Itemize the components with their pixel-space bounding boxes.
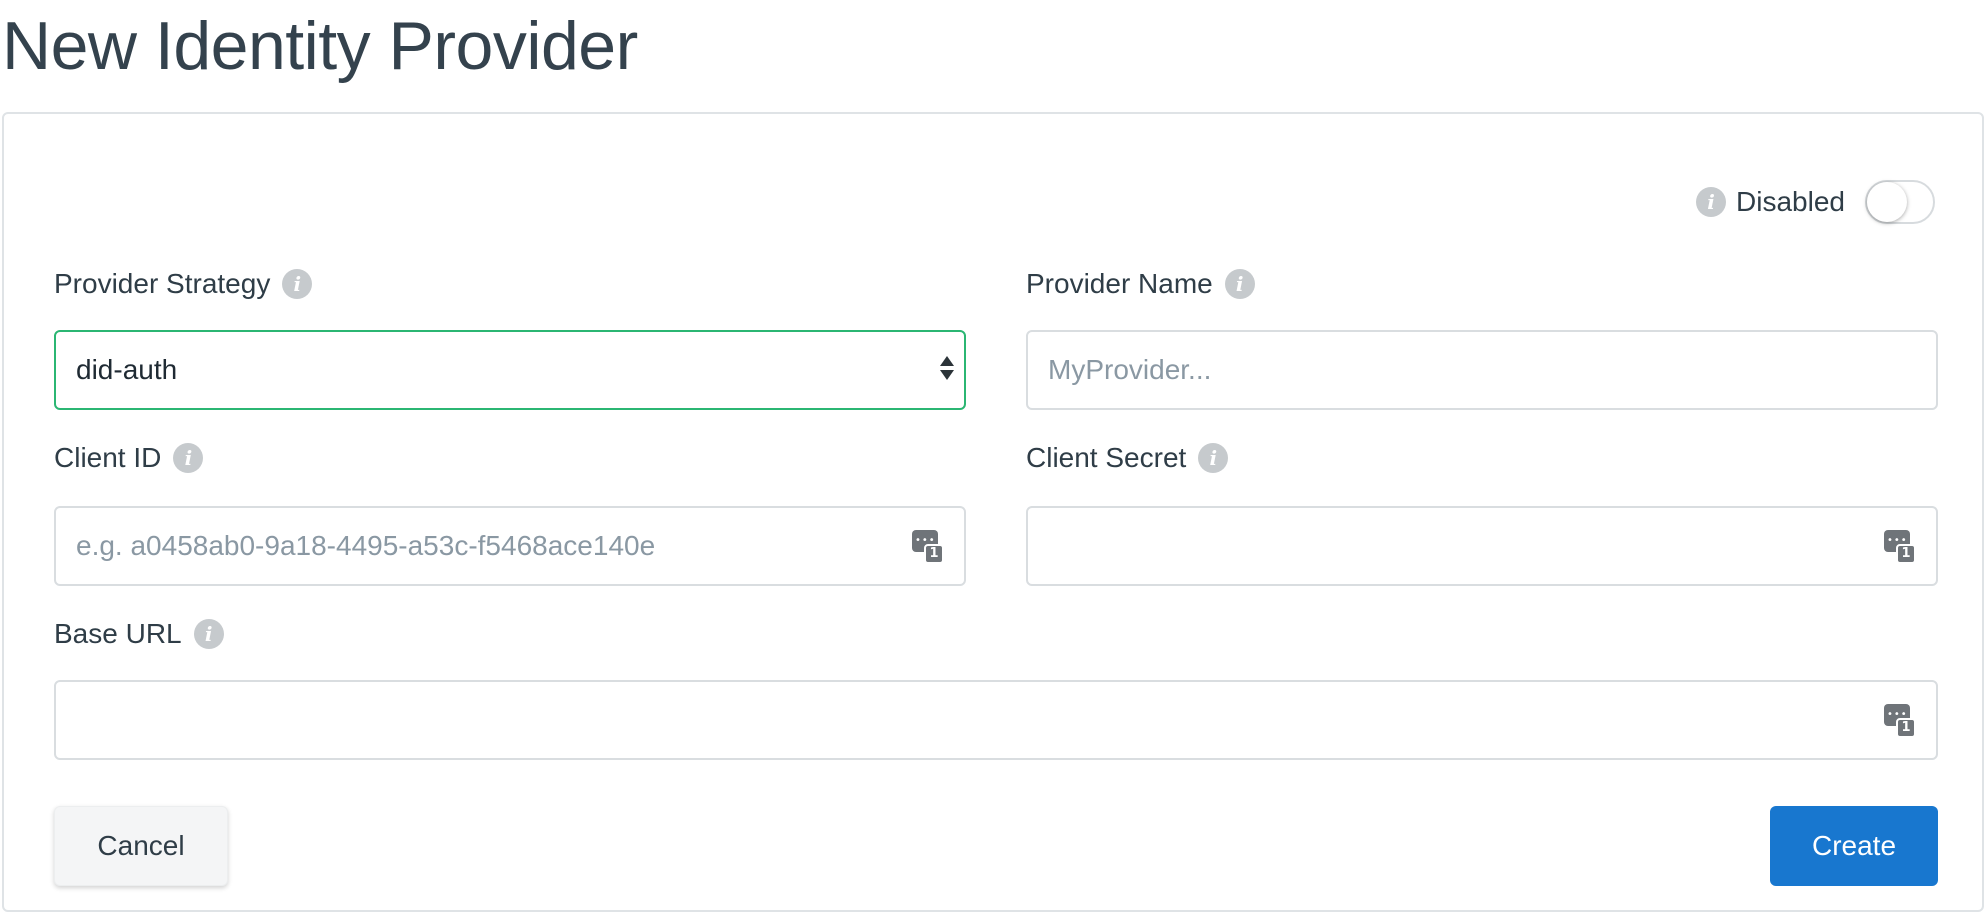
- identity-provider-form: i Disabled Provider Strategy i did-auth …: [2, 112, 1984, 912]
- base-url-label-text: Base URL: [54, 618, 182, 649]
- select-arrows-icon: [940, 356, 954, 380]
- info-icon[interactable]: i: [1198, 443, 1229, 473]
- provider-strategy-select[interactable]: did-auth: [54, 330, 966, 410]
- provider-name-input[interactable]: MyProvider...: [1026, 330, 1938, 410]
- page-title: New Identity Provider: [2, 8, 638, 84]
- client-id-input[interactable]: e.g. a0458ab0-9a18-4495-a53c-f5468ace140…: [54, 506, 966, 586]
- info-icon[interactable]: i: [193, 619, 224, 649]
- toggle-label: Disabled: [1736, 186, 1845, 217]
- client-id-label: Client ID i: [54, 438, 204, 478]
- provider-name-placeholder: MyProvider...: [1048, 354, 1212, 385]
- password-manager-icon[interactable]: ••• 1: [912, 530, 944, 564]
- client-secret-input[interactable]: ••• 1: [1026, 506, 1938, 586]
- create-button[interactable]: Create: [1770, 806, 1938, 886]
- client-secret-label-text: Client Secret: [1026, 442, 1187, 473]
- cancel-button[interactable]: Cancel: [54, 806, 228, 886]
- provider-strategy-value: did-auth: [76, 354, 178, 385]
- disabled-toggle-row: i Disabled: [1696, 180, 1935, 224]
- base-url-label: Base URL i: [54, 614, 224, 654]
- toggle-knob: [1867, 182, 1907, 222]
- info-icon[interactable]: i: [1224, 269, 1255, 299]
- info-icon[interactable]: i: [173, 443, 204, 473]
- password-manager-icon[interactable]: ••• 1: [1884, 704, 1916, 738]
- provider-name-label: Provider Name i: [1026, 264, 1255, 304]
- base-url-input[interactable]: ••• 1: [54, 680, 1938, 760]
- disabled-toggle[interactable]: [1865, 180, 1935, 224]
- provider-strategy-label: Provider Strategy i: [54, 264, 313, 304]
- provider-strategy-label-text: Provider Strategy: [54, 268, 271, 299]
- info-icon[interactable]: i: [282, 269, 313, 299]
- client-id-placeholder: e.g. a0458ab0-9a18-4495-a53c-f5468ace140…: [76, 530, 656, 561]
- client-secret-label: Client Secret i: [1026, 438, 1229, 478]
- password-manager-icon[interactable]: ••• 1: [1884, 530, 1916, 564]
- provider-name-label-text: Provider Name: [1026, 268, 1213, 299]
- client-id-label-text: Client ID: [54, 442, 162, 473]
- info-icon[interactable]: i: [1696, 187, 1727, 217]
